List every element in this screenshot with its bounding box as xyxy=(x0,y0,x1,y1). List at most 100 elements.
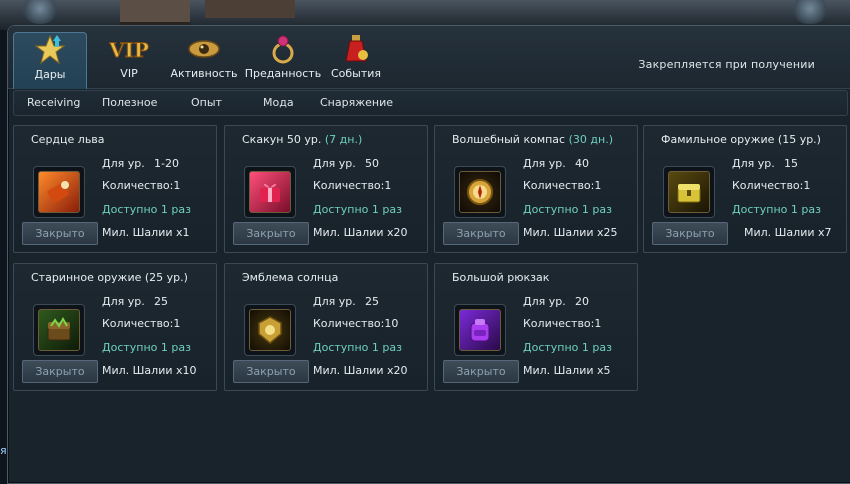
tab-activity[interactable]: Активность xyxy=(168,32,240,88)
quantity-label: Количество: xyxy=(102,317,174,330)
closed-button[interactable]: Закрыто xyxy=(22,360,98,383)
tab-label: Дары xyxy=(34,68,66,81)
item-slot[interactable] xyxy=(454,304,506,356)
item-level-tag: (15 ур.) xyxy=(777,133,821,146)
subtab-fashion[interactable]: Мода xyxy=(263,96,294,109)
availability-text: Доступно 1 раз xyxy=(313,203,402,216)
background-building xyxy=(120,0,190,25)
price-text: Мил. Шалии x25 xyxy=(523,226,618,239)
tab-gifts[interactable]: Дары xyxy=(13,32,87,89)
quantity-value: 1 xyxy=(594,317,602,330)
vip-icon: VIP xyxy=(109,32,149,66)
price-text: Мил. Шалии x7 xyxy=(744,226,832,239)
quantity-label: Количество: xyxy=(523,179,595,192)
tab-label: События xyxy=(330,67,382,80)
quantity-label: Количество: xyxy=(523,317,595,330)
item-name: Скакун 50 ур. xyxy=(242,133,322,146)
quantity-value: 1 xyxy=(173,179,181,192)
bind-on-pickup-note: Закрепляется при получении xyxy=(638,58,815,71)
level-row: Для ур. 15 xyxy=(732,157,798,170)
level-label: Для ур. xyxy=(313,295,356,308)
closed-button[interactable]: Закрыто xyxy=(652,222,728,245)
quantity-row: Количество:1 xyxy=(523,317,601,330)
level-value: 25 xyxy=(365,295,379,308)
svg-text:VIP: VIP xyxy=(109,38,149,62)
gift-card: Большой рюкзак Закрыто Для ур. 20 Количес… xyxy=(434,263,638,391)
item-name: Сердце льва xyxy=(31,133,105,146)
quantity-label: Количество: xyxy=(102,179,174,192)
closed-button[interactable]: Закрыто xyxy=(233,360,309,383)
quantity-value: 1 xyxy=(384,179,392,192)
level-label: Для ур. xyxy=(102,295,145,308)
level-value: 50 xyxy=(365,157,379,170)
background-building xyxy=(205,0,295,18)
item-title: Эмблема солнца xyxy=(242,271,338,284)
subtab-equipment[interactable]: Снаряжение xyxy=(320,96,393,109)
item-title: Волшебный компас (30 дн.) xyxy=(452,133,613,146)
item-slot[interactable] xyxy=(33,166,85,218)
item-name: Фамильное оружие xyxy=(661,133,775,146)
quantity-value: 1 xyxy=(594,179,602,192)
eye-icon xyxy=(184,32,224,66)
item-title: Большой рюкзак xyxy=(452,271,549,284)
price-text: Мил. Шалии x1 xyxy=(102,226,190,239)
compass-icon xyxy=(459,171,501,213)
tab-vip[interactable]: VIP VIP xyxy=(93,32,165,88)
item-slot[interactable] xyxy=(244,304,296,356)
level-row: Для ур. 50 xyxy=(313,157,379,170)
level-row: Для ур. 40 xyxy=(523,157,589,170)
level-label: Для ур. xyxy=(523,295,566,308)
quantity-value: 1 xyxy=(173,317,181,330)
background-light xyxy=(790,0,830,24)
tab-label: VIP xyxy=(120,67,138,80)
background-light xyxy=(20,0,60,24)
item-slot[interactable] xyxy=(454,166,506,218)
tab-events[interactable]: События xyxy=(320,32,392,88)
level-row: Для ур. 25 xyxy=(313,295,379,308)
gifts-window: Дары VIP VIP Активность Преданность Собы… xyxy=(7,25,850,484)
level-label: Для ур. xyxy=(313,157,356,170)
weapon-chest-icon xyxy=(668,171,710,213)
gift-card: Волшебный компас (30 дн.) Закрыто Для ур… xyxy=(434,125,638,253)
quantity-row: Количество:10 xyxy=(313,317,398,330)
subtab-useful[interactable]: Полезное xyxy=(102,96,157,109)
level-value: 40 xyxy=(575,157,589,170)
price-text: Мил. Шалии x20 xyxy=(313,364,408,377)
closed-button[interactable]: Закрыто xyxy=(443,222,519,245)
item-slot[interactable] xyxy=(663,166,715,218)
price-text: Мил. Шалии x20 xyxy=(313,226,408,239)
quantity-label: Количество: xyxy=(313,317,385,330)
tab-label: Преданность xyxy=(244,67,322,80)
item-slot[interactable] xyxy=(33,304,85,356)
subtab-receiving[interactable]: Receiving xyxy=(27,96,80,109)
quantity-row: Количество:1 xyxy=(102,317,180,330)
quantity-row: Количество:1 xyxy=(102,179,180,192)
closed-button[interactable]: Закрыто xyxy=(22,222,98,245)
price-text: Мил. Шалии x10 xyxy=(102,364,197,377)
availability-text: Доступно 1 раз xyxy=(523,203,612,216)
closed-button[interactable]: Закрыто xyxy=(233,222,309,245)
item-duration: (7 дн.) xyxy=(324,133,363,146)
level-value: 20 xyxy=(575,295,589,308)
level-label: Для ур. xyxy=(523,157,566,170)
tab-loyalty[interactable]: Преданность xyxy=(243,32,323,88)
subtab-experience[interactable]: Опыт xyxy=(191,96,222,109)
level-value: 1-20 xyxy=(154,157,179,170)
item-title: Сердце льва xyxy=(31,133,105,146)
quantity-row: Количество:1 xyxy=(313,179,391,192)
level-label: Для ур. xyxy=(102,157,145,170)
availability-text: Доступно 1 раз xyxy=(102,203,191,216)
sun-emblem-icon xyxy=(249,309,291,351)
ring-icon xyxy=(263,32,303,66)
quantity-label: Количество: xyxy=(732,179,804,192)
item-slot[interactable] xyxy=(244,166,296,218)
gift-box-icon xyxy=(249,171,291,213)
item-title: Фамильное оружие (15 ур.) xyxy=(661,133,821,146)
quantity-label: Количество: xyxy=(313,179,385,192)
heart-scroll-icon xyxy=(38,171,80,213)
backpack-icon xyxy=(459,309,501,351)
closed-button[interactable]: Закрыто xyxy=(443,360,519,383)
level-row: Для ур. 25 xyxy=(102,295,168,308)
price-text: Мил. Шалии x5 xyxy=(523,364,611,377)
potion-icon xyxy=(336,32,376,66)
